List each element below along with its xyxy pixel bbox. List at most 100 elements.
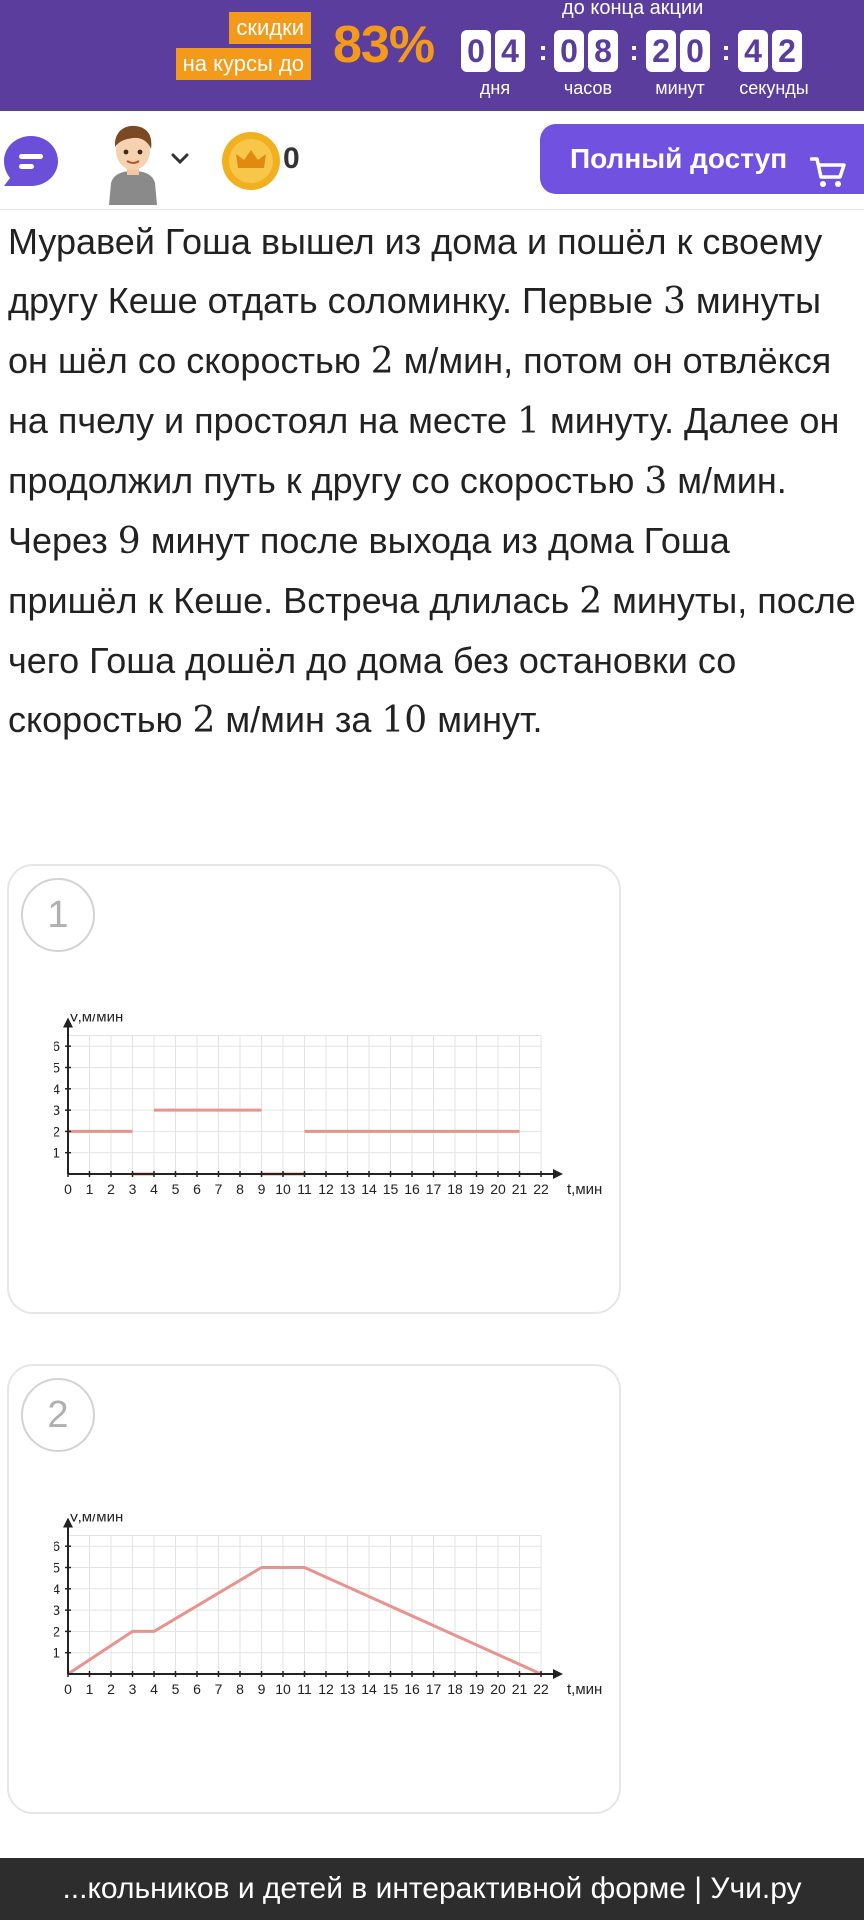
y-tick-label: 5 xyxy=(54,1060,60,1076)
math-number: 2 xyxy=(192,700,216,741)
countdown-minutes-digit-2: 0 xyxy=(680,30,710,72)
x-tick-label: 5 xyxy=(172,1181,180,1197)
y-tick-label: 2 xyxy=(54,1123,60,1139)
x-tick-label: 15 xyxy=(383,1681,399,1697)
x-axis-label: t,мин xyxy=(567,1681,602,1698)
chat-menu-icon[interactable] xyxy=(2,134,60,190)
x-tick-label: 9 xyxy=(258,1681,266,1697)
y-tick-label: 5 xyxy=(54,1560,60,1576)
x-tick-label: 10 xyxy=(275,1181,291,1197)
velocity-chart-2: 0 1 2 3 4 5 6 7 8 9 10 11 12 13 14 15 16 17 18 19 20 21 221234… xyxy=(54,1514,602,1698)
x-tick-label: 17 xyxy=(426,1181,442,1197)
y-tick-label: 6 xyxy=(54,1038,60,1054)
math-number: 2 xyxy=(370,341,394,382)
y-axis-label: V,м/мин xyxy=(69,1014,123,1026)
math-number: 3 xyxy=(662,281,686,322)
x-tick-label: 7 xyxy=(215,1681,223,1697)
x-axis-arrow xyxy=(553,1669,563,1679)
option-number: 2 xyxy=(21,1378,95,1452)
footer-text: ...кольников и детей в интерактивной фор… xyxy=(62,1872,802,1905)
x-tick-label: 12 xyxy=(318,1681,334,1697)
math-number: 1 xyxy=(517,401,540,442)
x-tick-label: 17 xyxy=(426,1681,442,1697)
x-tick-label: 8 xyxy=(236,1681,244,1697)
x-tick-label: 5 xyxy=(172,1681,180,1697)
cart-icon xyxy=(809,144,846,187)
problem-text: минут. xyxy=(427,699,543,740)
y-tick-label: 4 xyxy=(54,1081,60,1097)
x-tick-label: 20 xyxy=(490,1181,506,1197)
x-tick-label: 14 xyxy=(361,1181,377,1197)
x-tick-label: 7 xyxy=(215,1181,223,1197)
y-tick-label: 2 xyxy=(54,1623,60,1639)
x-tick-label: 20 xyxy=(490,1681,506,1697)
countdown-seconds-digit-2: 2 xyxy=(772,30,802,72)
x-tick-label: 11 xyxy=(297,1181,312,1197)
x-tick-label: 4 xyxy=(150,1681,158,1697)
x-tick-label: 13 xyxy=(340,1681,356,1697)
option-number: 1 xyxy=(21,878,95,952)
y-axis-label: V,м/мин xyxy=(69,1514,123,1526)
x-tick-label: 15 xyxy=(383,1181,399,1197)
full-access-label: Полный доступ xyxy=(570,143,788,174)
x-tick-label: 6 xyxy=(193,1681,201,1697)
countdown-minutes-label: минут xyxy=(655,78,705,98)
math-number: 2 xyxy=(579,581,603,622)
boy-avatar-icon[interactable] xyxy=(105,121,161,205)
countdown-seconds-digit-1: 4 xyxy=(738,30,768,72)
x-tick-label: 0 xyxy=(64,1181,72,1197)
y-tick-label: 3 xyxy=(54,1102,60,1118)
countdown-days-label: дня xyxy=(479,78,511,98)
countdown-colon: : xyxy=(629,35,639,66)
x-tick-label: 9 xyxy=(258,1181,266,1197)
x-tick-label: 16 xyxy=(404,1681,420,1697)
countdown-hours-digit-2: 8 xyxy=(588,30,618,72)
countdown-seconds-label: секунды xyxy=(739,78,809,98)
velocity-chart-1: 0 1 2 3 4 5 6 7 8 9 10 11 12 13 14 15 16 17 18 19 20 21 221234… xyxy=(54,1014,602,1198)
y-tick-label: 4 xyxy=(54,1581,60,1597)
x-tick-label: 19 xyxy=(469,1681,485,1697)
x-tick-label: 2 xyxy=(107,1681,115,1697)
footer-bar: ...кольников и детей в интерактивной фор… xyxy=(0,1858,864,1920)
coin-count: 0 xyxy=(283,142,300,175)
x-tick-label: 16 xyxy=(404,1181,420,1197)
promo-banner[interactable]: скидки на курсы до 83% до конца акции 0 … xyxy=(0,0,864,111)
promo-percent: 83% xyxy=(333,16,435,74)
x-tick-label: 11 xyxy=(297,1681,312,1697)
x-tick-label: 3 xyxy=(129,1681,137,1697)
x-tick-label: 4 xyxy=(150,1181,158,1197)
y-tick-label: 6 xyxy=(54,1538,60,1554)
countdown-days-digit-1: 0 xyxy=(461,30,491,72)
x-tick-label: 0 xyxy=(64,1681,72,1697)
x-axis-arrow xyxy=(553,1169,563,1179)
top-header: 0 Полный доступ xyxy=(0,111,864,210)
x-tick-label: 13 xyxy=(340,1181,356,1197)
countdown-hours-label: часов xyxy=(563,78,613,98)
answer-option-card-1[interactable]: 1 0 1 2 3 4 5 6 7 8 9 10 11 12 13 14 15 16 17 18 19 20 21 22 1 2… xyxy=(7,864,621,1314)
y-tick-label: 3 xyxy=(54,1602,60,1618)
full-access-button[interactable]: Полный доступ xyxy=(540,124,864,194)
problem-text: м/мин за xyxy=(215,699,382,740)
x-tick-label: 18 xyxy=(447,1681,463,1697)
chevron-down-icon[interactable] xyxy=(168,147,192,171)
crown-coin-icon[interactable] xyxy=(220,130,282,192)
promo-tag-discounts: скидки xyxy=(229,12,311,44)
math-number: 9 xyxy=(117,521,141,562)
x-tick-label: 22 xyxy=(533,1681,549,1697)
promo-until-label: до конца акции xyxy=(562,0,704,19)
countdown-minutes-digit-1: 2 xyxy=(646,30,676,72)
countdown-colon: : xyxy=(721,35,731,66)
x-tick-label: 18 xyxy=(447,1181,463,1197)
x-tick-label: 12 xyxy=(318,1181,334,1197)
countdown-colon: : xyxy=(538,35,548,66)
x-tick-label: 8 xyxy=(236,1181,244,1197)
x-tick-label: 22 xyxy=(533,1181,549,1197)
x-tick-label: 19 xyxy=(469,1181,485,1197)
y-tick-label: 1 xyxy=(54,1645,60,1661)
problem-statement: Муравей Гоша вышел из дома и пошёл к сво… xyxy=(8,212,860,750)
answer-option-card-2[interactable]: 2 0 1 2 3 4 5 6 7 8 9 10 11 12 13 14 15 16 17 18 19 20 21 22 1 2… xyxy=(7,1364,621,1814)
y-tick-label: 1 xyxy=(54,1145,60,1161)
x-tick-label: 10 xyxy=(275,1681,291,1697)
x-axis-label: t,мин xyxy=(567,1181,602,1198)
x-tick-label: 1 xyxy=(86,1181,94,1197)
